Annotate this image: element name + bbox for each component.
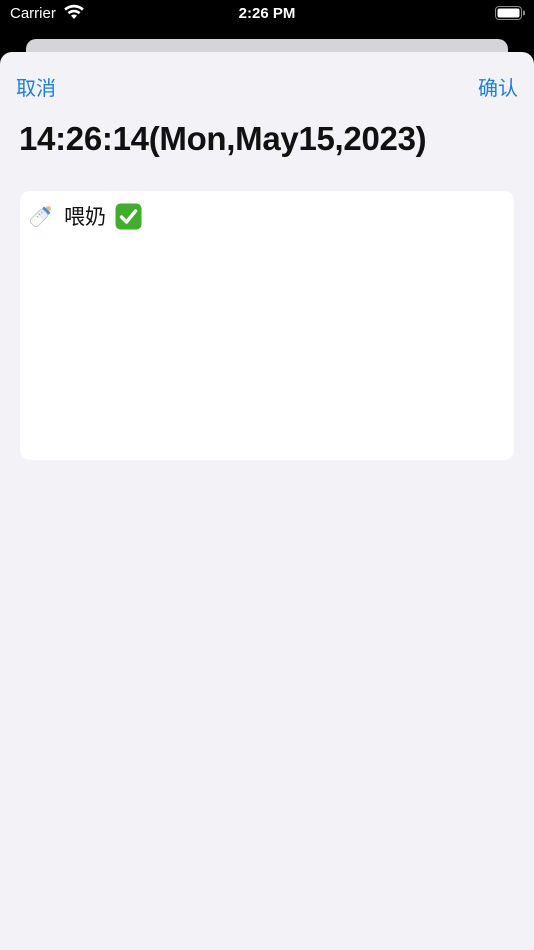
confirm-button[interactable]: 确认	[478, 72, 518, 101]
check-mark-button-icon	[115, 203, 142, 230]
cancel-button[interactable]: 取消	[16, 72, 56, 101]
page-title: 14:26:14(Mon,May15,2023)	[19, 120, 427, 157]
note-line: 喂奶	[27, 201, 142, 231]
modal-sheet	[0, 52, 534, 950]
status-bar: Carrier 2:26 PM	[0, 0, 534, 30]
note-text: 喂奶	[64, 206, 106, 229]
screen: Carrier 2:26 PM 取消 确认 14:26:14(Mon,May15…	[0, 0, 534, 950]
status-time: 2:26 PM	[238, 5, 296, 22]
baby-bottle-icon	[27, 202, 55, 230]
battery-icon	[495, 6, 526, 20]
note-text-area[interactable]: 喂奶	[20, 191, 514, 460]
